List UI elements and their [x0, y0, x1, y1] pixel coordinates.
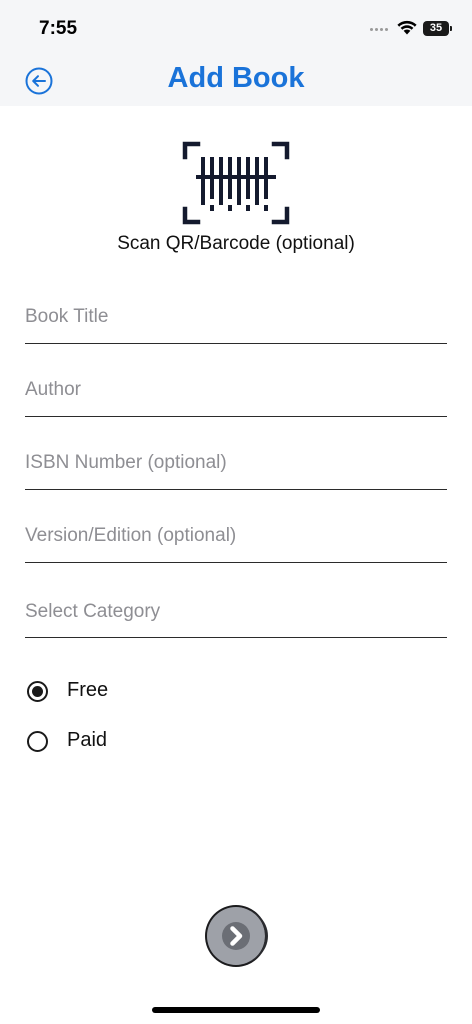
page-title: Add Book [167, 62, 305, 94]
radio-unchecked-icon [27, 731, 48, 752]
category-placeholder: Select Category [25, 601, 161, 622]
cellular-signal-icon [370, 28, 392, 32]
book-title-placeholder: Book Title [25, 306, 109, 327]
battery-level: 35 [423, 21, 449, 36]
version-edition-placeholder: Version/Edition (optional) [25, 525, 237, 546]
scan-barcode-button[interactable]: Scan QR/Barcode (optional) [0, 138, 472, 263]
radio-paid[interactable]: Paid [27, 726, 227, 756]
scan-label: Scan QR/Barcode (optional) [117, 233, 355, 254]
wifi-icon [397, 20, 417, 35]
isbn-field[interactable]: ISBN Number (optional) [25, 434, 447, 490]
radio-paid-label: Paid [67, 729, 108, 751]
radio-checked-icon [27, 681, 48, 702]
author-placeholder: Author [25, 379, 81, 400]
category-select[interactable]: Select Category [25, 584, 447, 638]
author-field[interactable]: Author [25, 361, 447, 417]
battery-icon: 35 [423, 21, 452, 36]
radio-free[interactable]: Free [27, 676, 227, 706]
radio-free-label: Free [67, 679, 109, 701]
home-indicator [152, 1007, 320, 1013]
header: Add Book [0, 56, 472, 106]
status-bar: 7:55 35 [0, 0, 472, 56]
barcode-scan-icon [182, 141, 290, 225]
version-edition-field[interactable]: Version/Edition (optional) [25, 507, 447, 563]
next-button[interactable] [204, 904, 268, 968]
book-title-field[interactable]: Book Title [25, 288, 447, 344]
status-time: 7:55 [39, 18, 78, 39]
isbn-placeholder: ISBN Number (optional) [25, 452, 227, 473]
